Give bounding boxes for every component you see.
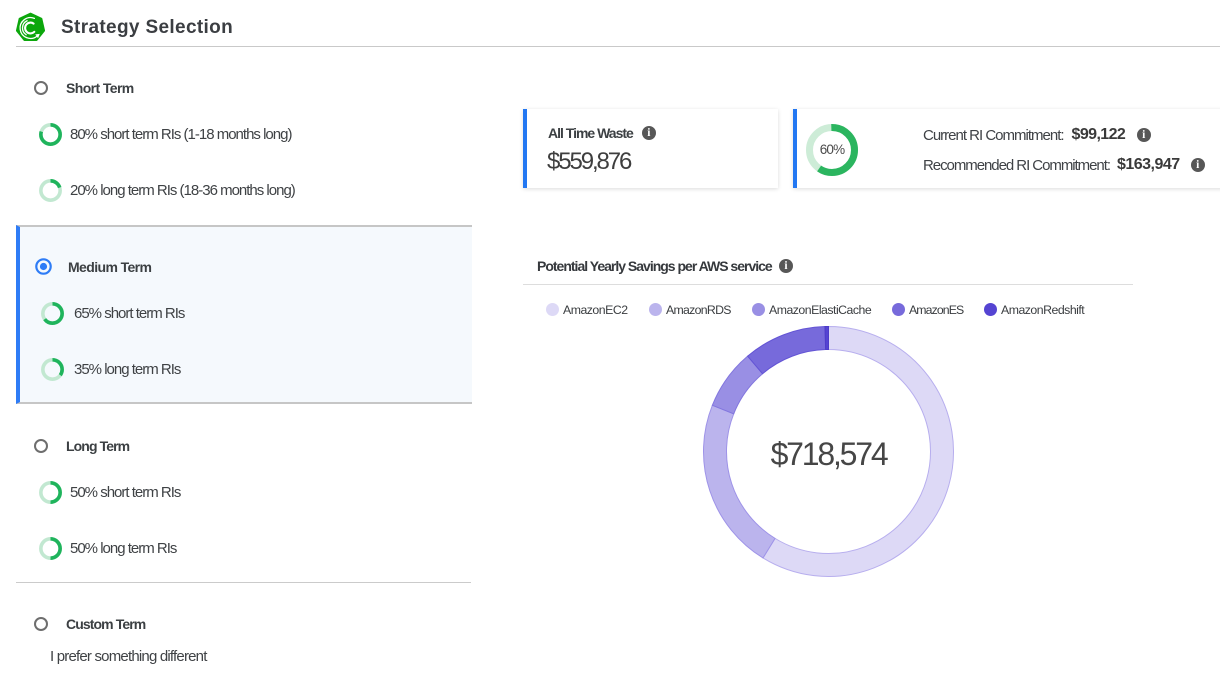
svg-text:60%: 60%	[820, 142, 845, 157]
